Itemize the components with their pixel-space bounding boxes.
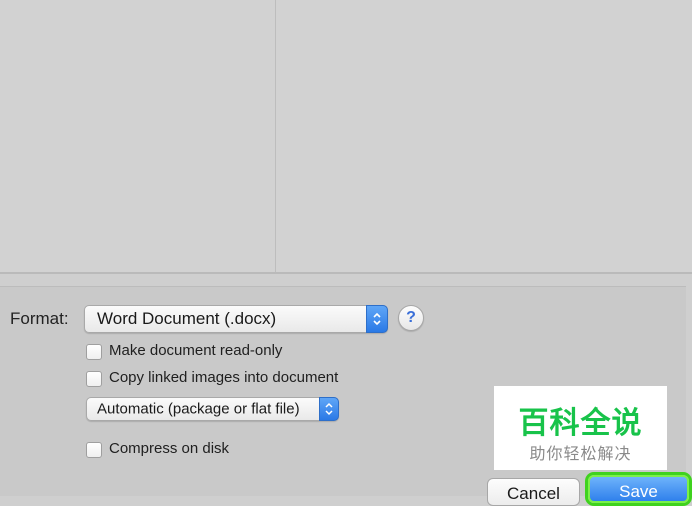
popup-stepper-icon <box>366 305 388 333</box>
help-button[interactable]: ? <box>398 305 424 331</box>
popup-stepper-icon <box>319 397 339 421</box>
watermark-subtitle: 助你轻松解决 <box>529 444 632 463</box>
file-browser-area <box>0 0 692 272</box>
watermark-logo: 百科全说 助你轻松解决 <box>494 386 667 470</box>
save-button[interactable]: Save <box>588 475 689 503</box>
format-selected-value: Word Document (.docx) <box>97 309 277 328</box>
browser-column-right[interactable] <box>276 0 692 272</box>
format-popup[interactable]: Word Document (.docx) <box>84 305 388 333</box>
copy-linked-checkbox[interactable] <box>86 371 102 387</box>
package-popup[interactable]: Automatic (package or flat file) <box>86 397 339 421</box>
read-only-checkbox[interactable] <box>86 344 102 360</box>
browser-column-left[interactable] <box>0 0 276 272</box>
compress-checkbox[interactable] <box>86 442 102 458</box>
pane-divider[interactable] <box>0 272 692 274</box>
package-selected-value: Automatic (package or flat file) <box>97 400 300 418</box>
copy-linked-label: Copy linked images into document <box>109 369 339 386</box>
format-label: Format: <box>10 309 69 328</box>
cancel-button[interactable]: Cancel <box>487 478 580 506</box>
compress-label: Compress on disk <box>109 440 230 457</box>
watermark-title: 百科全说 <box>518 406 643 441</box>
read-only-label: Make document read-only <box>109 342 283 359</box>
